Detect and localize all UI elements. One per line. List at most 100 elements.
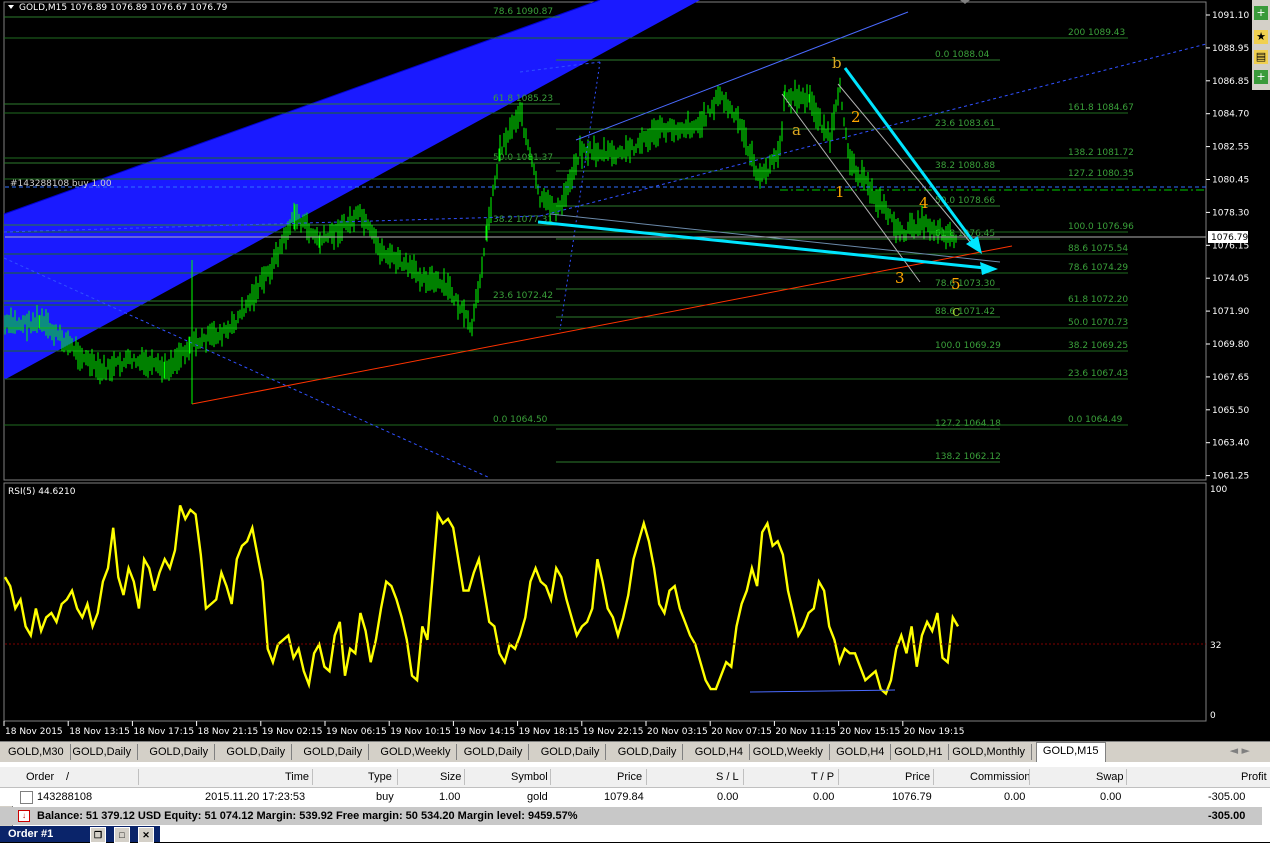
wave-label-3: 3 [895,269,905,287]
price-tick: 1084.70 [1212,110,1249,120]
wave-label-a: a [792,121,801,139]
col-size[interactable]: Size [440,770,461,784]
col-tp[interactable]: T / P [811,770,834,784]
fib-mid-label: 100.0 1069.29 [935,341,1001,351]
tab-gold-m30[interactable]: GOLD,M30 [2,744,71,760]
tab-gold-daily[interactable]: GOLD,Daily [612,744,684,760]
rsi-label: RSI(5) 44.6210 [8,487,76,497]
tab-gold-weekly[interactable]: GOLD,Weekly [374,744,458,760]
col-symbol[interactable]: Symbol [511,770,548,784]
fib-right-label: 100.0 1076.96 [1068,222,1134,232]
time-tick: 18 Nov 13:15 [69,727,130,737]
maximize-icon[interactable]: □ [114,827,130,843]
row-profit: -305.00 [1208,791,1246,803]
tab-gold-m15[interactable]: GOLD,M15 [1035,742,1106,762]
row-sl: 0.00 [717,791,739,803]
time-tick: 20 Nov 07:15 [711,727,772,737]
wave-label-2: 2 [851,108,861,126]
tab-gold-daily[interactable]: GOLD,Daily [143,744,216,760]
row-time: 2015.11.20 17:23:53 [205,791,306,803]
row-type: buy [376,791,394,803]
table-row[interactable]: 143288108 2015.11.20 17:23:53 buy 1.00 g… [0,788,1270,806]
wave-label-b: b [832,54,842,72]
order-window-title: Order #1 [8,828,54,840]
col-swap[interactable]: Swap [1096,770,1124,784]
fib-right-label: 88.6 1075.54 [1068,244,1128,254]
col-profit[interactable]: Profit [1241,770,1267,784]
terminal-panel: Order / Time Type Size Symbol Price S / … [0,762,1270,842]
tab-gold-daily[interactable]: GOLD,Daily [297,744,370,760]
right-toolbar: + ★ ▤ + [1252,0,1270,90]
fib-left-label: 23.6 1072.42 [493,291,553,301]
tab-gold-weekly[interactable]: GOLD,Weekly [747,744,830,760]
fib-right-label: 200 1089.43 [1068,28,1125,38]
fib-right-label: 61.8 1072.20 [1068,295,1128,305]
rsi-level-32-label: 32 [1210,641,1221,651]
fib-right-label: 127.2 1080.35 [1068,169,1134,179]
row-size: 1.00 [439,791,461,803]
tab-gold-daily[interactable]: GOLD,Daily [535,744,607,760]
time-tick: 20 Nov 15:15 [840,727,901,737]
row-current-price: 1076.79 [892,791,932,803]
chart-header: GOLD,M15 1076.89 1076.89 1076.67 1076.79 [8,3,228,13]
close-icon[interactable]: ✕ [138,827,154,843]
tab-scroll-arrows[interactable]: ◄ ► [1230,744,1250,757]
row-price: 1079.84 [604,791,644,803]
tab-gold-h4[interactable]: GOLD,H4 [830,744,892,760]
chart-area[interactable]: 78.6 1090.8761.8 1085.2350.0 1081.3738.2… [0,0,1270,742]
time-tick: 20 Nov 11:15 [775,727,836,737]
time-tick: 19 Nov 22:15 [583,727,644,737]
tab-gold-daily[interactable]: GOLD,Daily [458,744,530,760]
tab-gold-daily[interactable]: GOLD,Daily [66,744,139,760]
wave-label-4: 4 [919,194,929,212]
price-tick: 1088.95 [1212,44,1249,54]
price-tick: 1061.25 [1212,472,1249,482]
tab-gold-daily[interactable]: GOLD,Daily [220,744,293,760]
price-tick: 1069.80 [1212,340,1249,350]
fib-right-label: 23.6 1067.43 [1068,369,1128,379]
balance-profit: -305.00 [1208,810,1246,822]
fib-left-label: 61.8 1085.23 [493,94,553,104]
price-tick: 1074.05 [1212,274,1249,284]
tab-gold-h1[interactable]: GOLD,H1 [888,744,950,760]
fib-mid-label: 88.6 1071.42 [935,307,995,317]
price-tick: 1091.10 [1212,11,1249,21]
price-tick: 1080.45 [1212,176,1249,186]
col-price[interactable]: Price [617,770,642,784]
price-tick: 1071.90 [1212,307,1249,317]
col-order[interactable]: Order [26,770,54,784]
fib-left-label: 78.6 1090.87 [493,7,553,17]
col-time[interactable]: Time [285,770,309,784]
wave-label-1: 1 [835,183,845,201]
fib-right-label: 138.2 1081.72 [1068,148,1134,158]
row-swap: 0.00 [1100,791,1122,803]
price-tick: 1067.65 [1212,373,1249,383]
rsi-level-100: 100 [1210,485,1227,495]
col-sl[interactable]: S / L [716,770,739,784]
new-order-icon[interactable]: + [1254,6,1268,20]
time-tick: 18 Nov 21:15 [198,727,259,737]
price-axis: 1091.10 1088.95 1086.85 1084.70 1082.55 1080.… [1206,11,1249,482]
col-current-price[interactable]: Price [905,770,930,784]
star-icon[interactable]: ★ [1254,30,1268,44]
fib-mid-label: 38.2 1080.88 [935,161,995,171]
fib-mid-label: 127.2 1064.18 [935,419,1001,429]
chart-tabs-bar: GOLD,M30 GOLD,Daily GOLD,Daily GOLD,Daily GO… [0,741,1270,762]
tab-gold-monthly[interactable]: GOLD,Monthly [946,744,1033,760]
tab-gold-h4[interactable]: GOLD,H4 [689,744,750,760]
fib-right-label: 78.6 1074.29 [1068,263,1128,273]
balance-icon: ↓ [18,810,30,822]
fib-right-label: 50.0 1070.73 [1068,318,1128,328]
time-tick: 19 Nov 14:15 [454,727,515,737]
time-tick: 18 Nov 2015 [5,727,63,737]
folder-icon[interactable]: ▤ [1254,50,1268,64]
row-order: 143288108 [37,791,93,803]
add-icon[interactable]: + [1254,70,1268,84]
order-window-titlebar[interactable]: Order #1 ❐ □ ✕ [0,826,160,843]
balance-text: Balance: 51 379.12 USD Equity: 51 074.12… [37,810,578,822]
col-type[interactable]: Type [368,770,392,784]
rsi-level-0: 0 [1210,711,1216,721]
restore-icon[interactable]: ❐ [90,827,106,843]
price-tick: 1065.50 [1212,406,1249,416]
col-commission[interactable]: Commission [970,770,1031,784]
